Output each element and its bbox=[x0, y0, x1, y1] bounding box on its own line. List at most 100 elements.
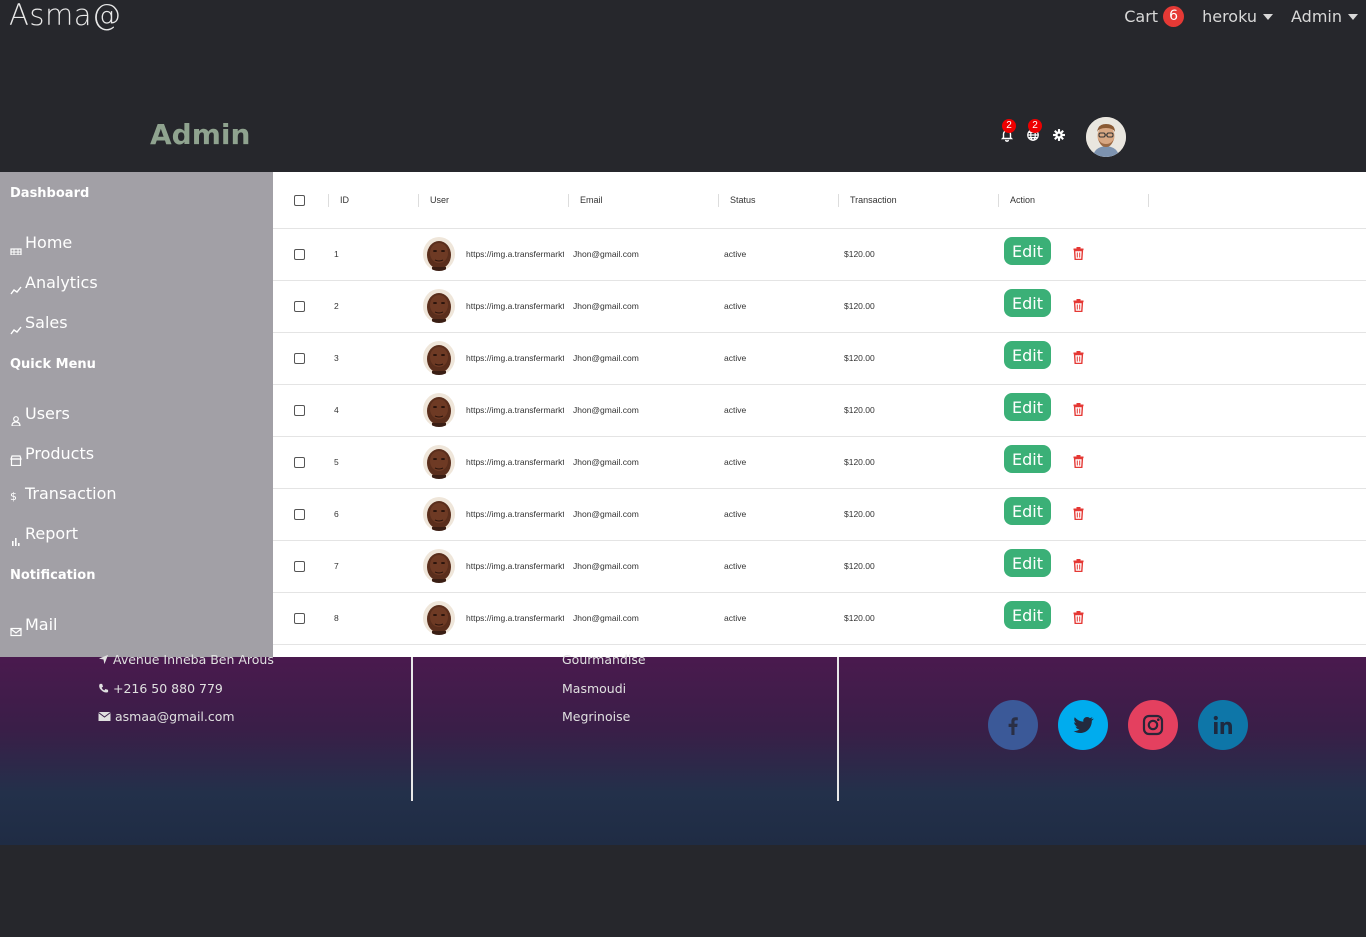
row-id: 5 bbox=[334, 457, 339, 467]
row-transaction: $120.00 bbox=[844, 509, 875, 519]
edit-button[interactable]: Edit bbox=[1004, 289, 1051, 317]
facebook-icon[interactable] bbox=[988, 700, 1038, 750]
admin-dropdown[interactable]: Admin bbox=[1291, 7, 1358, 26]
column-header-email[interactable]: Email bbox=[580, 195, 603, 205]
user-avatar bbox=[423, 445, 455, 479]
row-status: active bbox=[724, 301, 747, 311]
footer-email: asmaa@gmail.com bbox=[98, 709, 235, 724]
trash-icon[interactable] bbox=[1073, 455, 1084, 468]
row-id: 1 bbox=[334, 249, 339, 259]
trash-icon[interactable] bbox=[1073, 559, 1084, 572]
language-count-badge: 2 bbox=[1028, 119, 1042, 133]
avatar[interactable] bbox=[1086, 117, 1126, 157]
brand-logo[interactable]: Asma@ bbox=[9, 0, 121, 32]
sidebar-item-analytics[interactable]: Analytics bbox=[10, 273, 98, 295]
cart-link[interactable]: Cart 6 bbox=[1124, 6, 1185, 27]
column-header-id[interactable]: ID bbox=[340, 195, 349, 205]
edit-button[interactable]: Edit bbox=[1004, 393, 1051, 421]
heroku-label: heroku bbox=[1202, 7, 1257, 26]
footer-address: Avenue Inneba Ben Arous bbox=[98, 652, 274, 667]
row-user: https://img.a.transfermarkt bbox=[466, 353, 564, 363]
edit-button[interactable]: Edit bbox=[1004, 497, 1051, 525]
header-icons: 2 2 bbox=[1000, 119, 1068, 144]
footer-link[interactable]: Gourmandise bbox=[562, 652, 646, 667]
row-checkbox[interactable] bbox=[294, 457, 305, 468]
footer-link[interactable]: Megrinoise bbox=[562, 709, 630, 724]
row-transaction: $120.00 bbox=[844, 561, 875, 571]
row-id: 3 bbox=[334, 353, 339, 363]
map-arrow-icon bbox=[98, 654, 109, 665]
table-row: 4 https://img.a.transfermarkt Jhon@gmail.c… bbox=[273, 385, 1366, 437]
footer: Avenue Inneba Ben Arous +216 50 880 779 … bbox=[0, 652, 1366, 845]
row-user: https://img.a.transfermarkt bbox=[466, 613, 564, 623]
row-checkbox[interactable] bbox=[294, 249, 305, 260]
trash-icon[interactable] bbox=[1073, 403, 1084, 416]
sidebar-item-home[interactable]: Home bbox=[10, 233, 73, 256]
sidebar-section-quick-menu: Quick Menu bbox=[10, 357, 96, 372]
row-status: active bbox=[724, 457, 747, 467]
footer-email-text[interactable]: asmaa@gmail.com bbox=[115, 709, 235, 724]
edit-button[interactable]: Edit bbox=[1004, 601, 1051, 629]
row-checkbox[interactable] bbox=[294, 613, 305, 624]
trash-icon[interactable] bbox=[1073, 351, 1084, 364]
column-header-status[interactable]: Status bbox=[730, 195, 756, 205]
sidebar-item-sales[interactable]: Sales bbox=[10, 313, 68, 335]
bar-chart-icon bbox=[10, 531, 25, 546]
sidebar-item-label: Transaction bbox=[25, 484, 117, 503]
edit-button[interactable]: Edit bbox=[1004, 445, 1051, 473]
notification-bell-icon[interactable]: 2 bbox=[1000, 119, 1016, 144]
column-header-user[interactable]: User bbox=[430, 195, 449, 205]
row-checkbox[interactable] bbox=[294, 353, 305, 364]
sidebar-item-label: Home bbox=[25, 233, 73, 252]
column-separator bbox=[838, 194, 839, 207]
row-transaction: $120.00 bbox=[844, 613, 875, 623]
table-row: 1 https://img.a.transfermarkt Jhon@gmail.c… bbox=[273, 229, 1366, 281]
trash-icon[interactable] bbox=[1073, 507, 1084, 520]
row-user: https://img.a.transfermarkt bbox=[466, 509, 564, 519]
trash-icon[interactable] bbox=[1073, 247, 1084, 260]
footer-link[interactable]: Masmoudi bbox=[562, 681, 626, 696]
sidebar-item-users[interactable]: Users bbox=[10, 404, 70, 427]
row-email: Jhon@gmail.com bbox=[573, 353, 639, 363]
row-checkbox[interactable] bbox=[294, 405, 305, 416]
edit-button[interactable]: Edit bbox=[1004, 341, 1051, 369]
trending-up-icon bbox=[10, 280, 25, 295]
row-email: Jhon@gmail.com bbox=[573, 301, 639, 311]
linkedin-icon[interactable] bbox=[1198, 700, 1248, 750]
table-row: 3 https://img.a.transfermarkt Jhon@gmail.c… bbox=[273, 333, 1366, 385]
sidebar: Dashboard Home Analytics Sales Quick Men… bbox=[0, 172, 273, 657]
edit-button[interactable]: Edit bbox=[1004, 237, 1051, 265]
trash-icon[interactable] bbox=[1073, 611, 1084, 624]
row-status: active bbox=[724, 249, 747, 259]
user-avatar bbox=[423, 289, 455, 323]
page-title: Admin bbox=[150, 118, 251, 151]
sidebar-item-label: Users bbox=[25, 404, 70, 423]
row-checkbox[interactable] bbox=[294, 301, 305, 312]
gear-icon[interactable] bbox=[1052, 128, 1068, 144]
heroku-dropdown[interactable]: heroku bbox=[1202, 7, 1273, 26]
column-header-action[interactable]: Action bbox=[1010, 195, 1035, 205]
instagram-icon[interactable] bbox=[1128, 700, 1178, 750]
cart-count-badge: 6 bbox=[1163, 6, 1185, 27]
sidebar-item-products[interactable]: Products bbox=[10, 444, 94, 467]
column-header-transaction[interactable]: Transaction bbox=[850, 195, 897, 205]
row-user: https://img.a.transfermarkt bbox=[466, 405, 564, 415]
sidebar-item-label: Analytics bbox=[25, 273, 98, 292]
row-checkbox[interactable] bbox=[294, 509, 305, 520]
twitter-icon[interactable] bbox=[1058, 700, 1108, 750]
table-row: 8 https://img.a.transfermarkt Jhon@gmail.c… bbox=[273, 593, 1366, 645]
sidebar-item-transaction[interactable]: $ Transaction bbox=[10, 484, 117, 503]
globe-icon[interactable]: 2 bbox=[1026, 119, 1042, 144]
row-email: Jhon@gmail.com bbox=[573, 561, 639, 571]
user-avatar bbox=[423, 237, 455, 271]
sidebar-item-report[interactable]: Report bbox=[10, 524, 78, 546]
sidebar-item-mail[interactable]: Mail bbox=[10, 615, 58, 637]
row-checkbox[interactable] bbox=[294, 561, 305, 572]
row-transaction: $120.00 bbox=[844, 405, 875, 415]
trash-icon[interactable] bbox=[1073, 299, 1084, 312]
column-separator bbox=[568, 194, 569, 207]
edit-button[interactable]: Edit bbox=[1004, 549, 1051, 577]
footer-divider bbox=[837, 657, 839, 801]
select-all-checkbox[interactable] bbox=[294, 195, 305, 206]
row-id: 7 bbox=[334, 561, 339, 571]
